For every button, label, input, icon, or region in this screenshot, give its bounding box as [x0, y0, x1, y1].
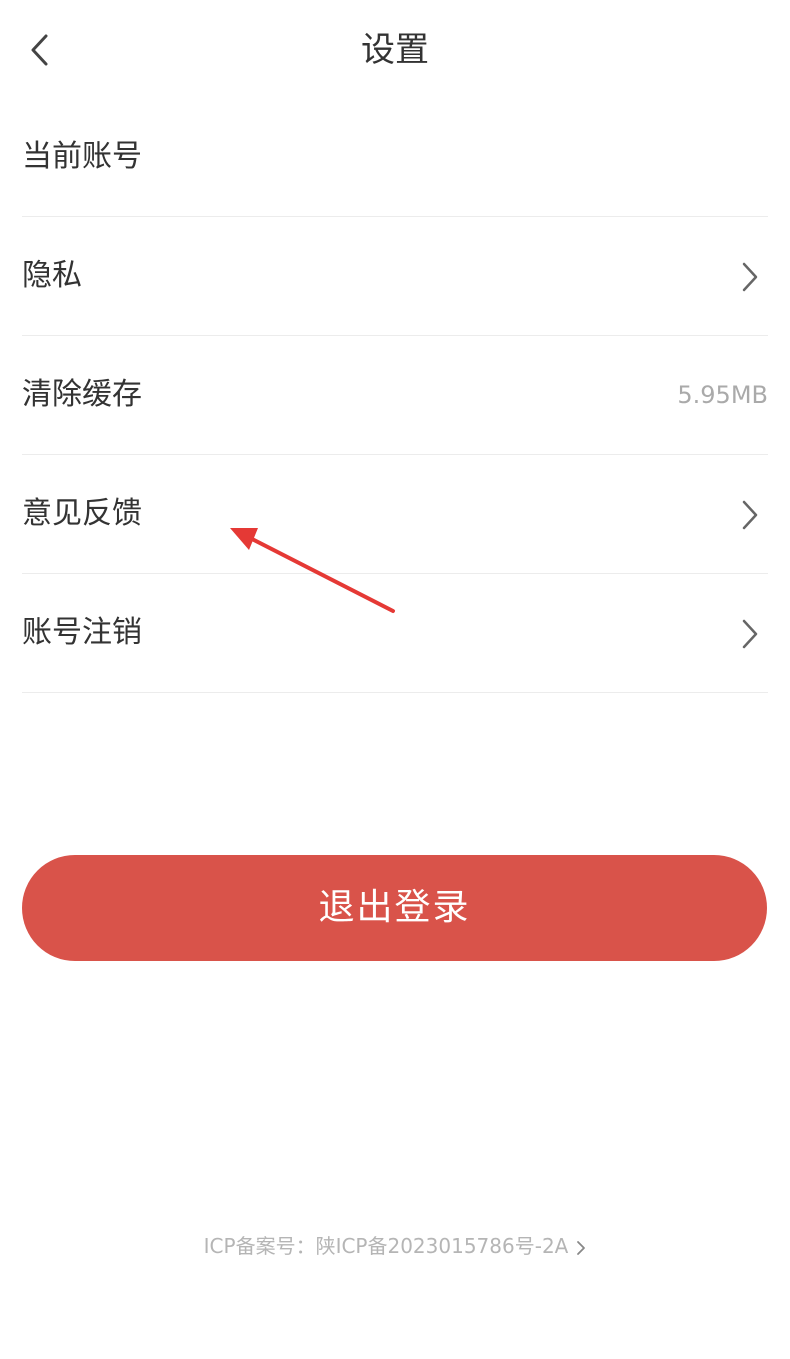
logout-button[interactable]: 退出登录: [22, 855, 767, 961]
icp-text: ICP备案号：陕ICP备2023015786号-2A: [203, 1234, 569, 1258]
cache-size-value: 5.95MB: [677, 381, 768, 409]
menu-item-current-account[interactable]: 当前账号: [22, 98, 768, 217]
menu-item-label: 账号注销: [22, 615, 142, 650]
menu-item-label: 意见反馈: [22, 496, 142, 531]
settings-menu: 当前账号 隐私 清除缓存 5.95MB 意见反馈 账号注销: [22, 98, 768, 693]
menu-item-label: 当前账号: [22, 139, 142, 174]
chevron-right-icon: [742, 619, 758, 649]
chevron-right-icon: [577, 1240, 586, 1255]
menu-item-delete-account[interactable]: 账号注销: [22, 574, 768, 693]
page-title: 设置: [361, 30, 429, 70]
menu-item-privacy[interactable]: 隐私: [22, 217, 768, 336]
menu-item-label: 清除缓存: [22, 377, 142, 412]
menu-item-feedback[interactable]: 意见反馈: [22, 455, 768, 574]
chevron-right-icon: [742, 262, 758, 292]
top-bar: 设置: [0, 0, 790, 100]
icp-footer-link[interactable]: ICP备案号：陕ICP备2023015786号-2A: [0, 1228, 790, 1264]
menu-item-label: 隐私: [22, 258, 82, 293]
chevron-right-icon: [742, 500, 758, 530]
menu-item-clear-cache[interactable]: 清除缓存 5.95MB: [22, 336, 768, 455]
